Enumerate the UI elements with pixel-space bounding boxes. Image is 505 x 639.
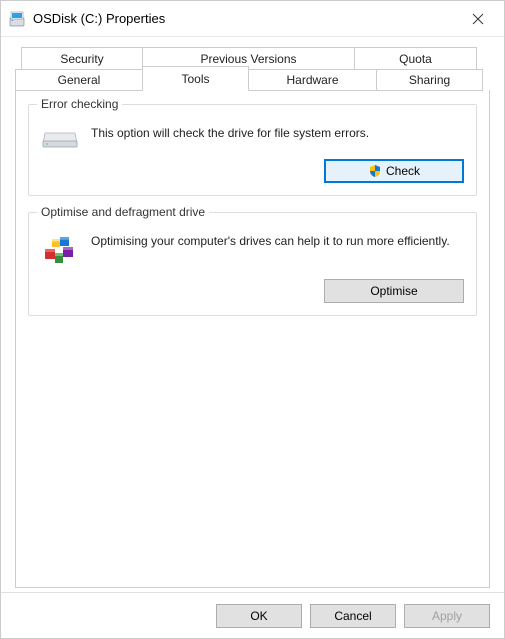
optimise-button[interactable]: Optimise bbox=[324, 279, 464, 303]
shield-icon bbox=[368, 164, 382, 178]
titlebar: OSDisk (C:) Properties bbox=[1, 1, 504, 37]
optimise-description: Optimising your computer's drives can he… bbox=[91, 233, 464, 249]
group-title-optimise: Optimise and defragment drive bbox=[37, 205, 209, 219]
check-button-label: Check bbox=[386, 164, 420, 178]
tab-quota[interactable]: Quota bbox=[355, 47, 477, 69]
window-title: OSDisk (C:) Properties bbox=[33, 11, 460, 26]
cancel-button[interactable]: Cancel bbox=[310, 604, 396, 628]
disk-icon bbox=[9, 10, 27, 28]
tab-hardware[interactable]: Hardware bbox=[249, 69, 377, 91]
tab-tools[interactable]: Tools bbox=[143, 66, 249, 91]
optimise-button-label: Optimise bbox=[370, 284, 417, 298]
ok-button[interactable]: OK bbox=[216, 604, 302, 628]
tab-general[interactable]: General bbox=[15, 69, 143, 91]
group-error-checking: Error checking This option will check th… bbox=[28, 104, 477, 196]
tab-security[interactable]: Security bbox=[21, 47, 143, 69]
tab-strip: Security Previous Versions Quota General… bbox=[15, 47, 490, 91]
tab-body-tools: Error checking This option will check th… bbox=[15, 90, 490, 588]
drive-icon bbox=[41, 125, 79, 149]
error-checking-description: This option will check the drive for fil… bbox=[91, 125, 464, 141]
dialog-footer: OK Cancel Apply bbox=[1, 592, 504, 638]
check-button[interactable]: Check bbox=[324, 159, 464, 183]
apply-button[interactable]: Apply bbox=[404, 604, 490, 628]
defrag-icon bbox=[41, 233, 79, 269]
dialog-content: Security Previous Versions Quota General… bbox=[1, 37, 504, 592]
close-button[interactable] bbox=[460, 4, 496, 34]
apply-button-label: Apply bbox=[432, 609, 462, 623]
ok-button-label: OK bbox=[250, 609, 267, 623]
properties-dialog: OSDisk (C:) Properties Security Previous… bbox=[0, 0, 505, 639]
group-optimise: Optimise and defragment drive bbox=[28, 212, 477, 316]
cancel-button-label: Cancel bbox=[334, 609, 371, 623]
group-title-error-checking: Error checking bbox=[37, 97, 122, 111]
tab-sharing[interactable]: Sharing bbox=[377, 69, 483, 91]
